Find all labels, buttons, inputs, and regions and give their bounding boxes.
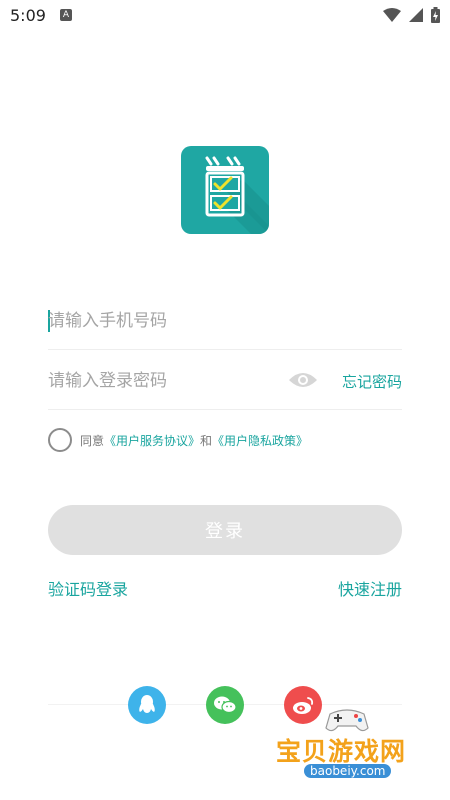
wechat-login-button[interactable] [206, 686, 244, 724]
phone-input[interactable] [48, 304, 278, 338]
agreement-checkbox[interactable] [48, 428, 72, 452]
password-field-row: 忘记密码 [48, 352, 402, 410]
notification-icon: A [60, 9, 72, 21]
watermark-title: 宝贝游戏网 [276, 737, 407, 766]
quick-register-link[interactable]: 快速注册 [338, 576, 402, 600]
watermark-domain: baobeiy.com [304, 764, 392, 778]
agreement-conjunction: 和 [200, 433, 213, 448]
qq-icon [139, 695, 155, 713]
battery-icon [431, 7, 440, 23]
status-time: 5:09 [10, 6, 46, 25]
signal-icon [409, 8, 423, 22]
watermark: 宝贝游戏网 baobeiy.com [270, 700, 450, 800]
password-input[interactable] [48, 364, 278, 398]
wechat-icon [214, 696, 237, 714]
app-logo-icon [181, 146, 269, 234]
wifi-icon [383, 8, 401, 22]
status-bar: 5:09 A [0, 0, 450, 32]
user-service-link[interactable]: 《用户服务协议》 [104, 432, 200, 449]
phone-field-row [48, 292, 402, 350]
eye-icon[interactable] [288, 371, 318, 389]
checklist-icon [205, 156, 269, 234]
login-button[interactable]: 登录 [48, 505, 402, 555]
status-icons [383, 7, 440, 23]
privacy-policy-link[interactable]: 《用户隐私政策》 [212, 432, 308, 449]
gamepad-icon [325, 709, 369, 732]
sms-login-link[interactable]: 验证码登录 [48, 576, 128, 600]
agreement-prefix: 同意 [80, 433, 105, 448]
agreement-row: 同意 《用户服务协议》 和 《用户隐私政策》 [48, 427, 308, 453]
forgot-password-link[interactable]: 忘记密码 [342, 371, 402, 392]
qq-login-button[interactable] [128, 686, 166, 724]
